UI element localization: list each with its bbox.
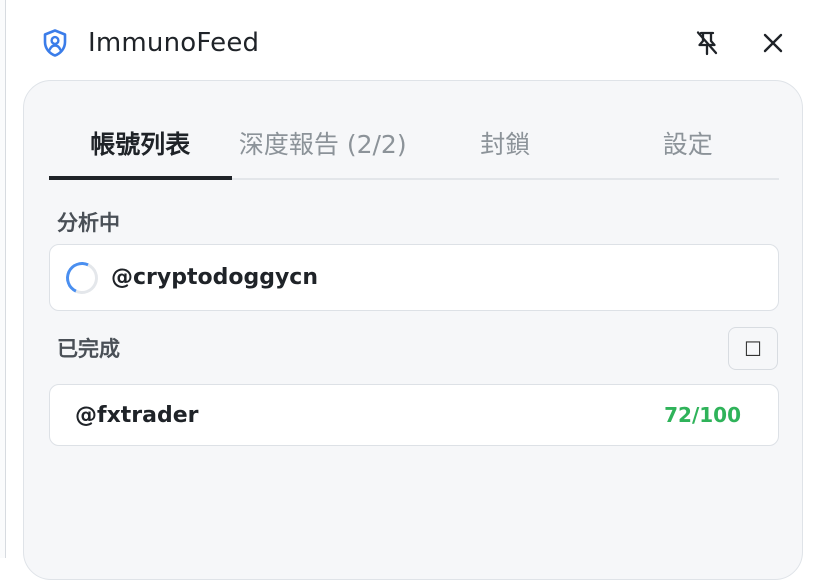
tab-settings[interactable]: 設定: [597, 117, 780, 178]
checkbox-icon: ☐: [744, 336, 762, 361]
tab-account-list[interactable]: 帳號列表: [49, 117, 232, 180]
tab-blocked[interactable]: 封鎖: [414, 117, 597, 178]
tab-deep-report[interactable]: 深度報告 (2/2): [232, 117, 415, 178]
header-actions: [692, 28, 788, 58]
app-title: ImmunoFeed: [88, 28, 260, 58]
main-panel: 帳號列表 深度報告 (2/2) 封鎖 設定 分析中 @cryptodoggycn…: [23, 80, 803, 580]
tab-bar: 帳號列表 深度報告 (2/2) 封鎖 設定: [49, 117, 779, 180]
completed-account-row[interactable]: @fxtrader 72/100: [49, 384, 779, 446]
analyzing-account-row[interactable]: @cryptodoggycn: [49, 244, 779, 311]
analyzing-section-label: 分析中: [57, 211, 120, 235]
pin-off-icon[interactable]: [692, 28, 722, 58]
window-edge: [0, 0, 6, 558]
account-handle: @fxtrader: [75, 402, 199, 428]
loading-spinner-icon: [61, 256, 103, 299]
close-icon[interactable]: [758, 28, 788, 58]
app-header: ImmunoFeed: [40, 22, 788, 64]
select-all-checkbox[interactable]: ☐: [728, 327, 778, 370]
account-score: 72/100: [664, 403, 741, 427]
completed-section-label: 已完成: [57, 337, 120, 361]
account-handle: @cryptodoggycn: [111, 265, 319, 290]
shield-user-icon: [40, 28, 70, 58]
